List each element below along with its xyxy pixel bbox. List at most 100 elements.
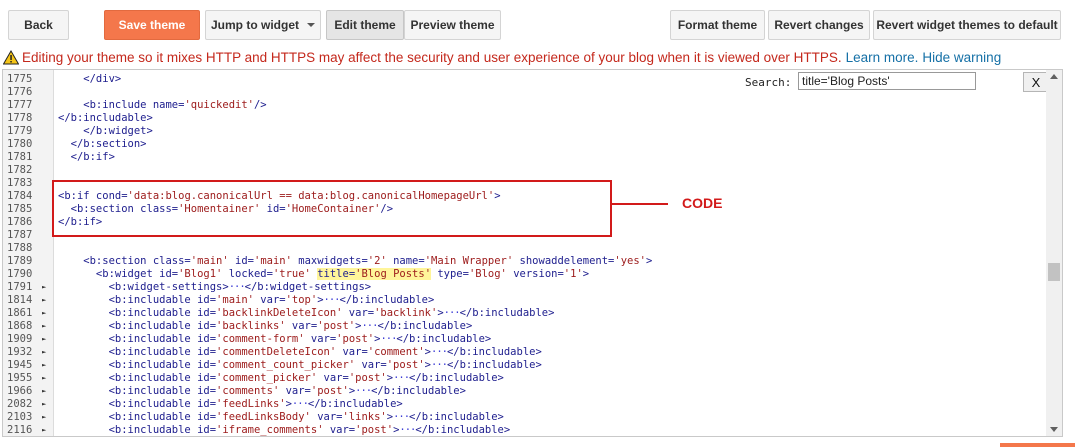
code-line: 1945 ► <b:includable id='comment_count_pi…: [3, 359, 1048, 372]
code-line: 1966 ► <b:includable id='comments' var='p…: [3, 385, 1048, 398]
code-text: <b:includable id='main' var='top'>···</b…: [58, 294, 435, 306]
line-number: 1782: [7, 164, 33, 176]
code-highlight-box: [52, 180, 612, 237]
save-theme-button[interactable]: Save theme: [104, 10, 200, 40]
code-text: <b:includable id='comment_picker' var='p…: [58, 372, 504, 384]
code-text: <b:widget id='Blog1' locked='true' title…: [58, 268, 590, 280]
fold-arrow-icon[interactable]: ►: [42, 281, 46, 294]
line-number: 1776: [7, 86, 33, 98]
code-text: <b:widget-settings>···</b:widget-setting…: [58, 281, 372, 293]
code-text: </b:section>: [58, 138, 147, 150]
code-text: </div>: [58, 73, 122, 85]
line-number: 1785: [7, 203, 33, 215]
code-line: 1778 </b:includable>: [3, 112, 1048, 125]
back-button[interactable]: Back: [8, 10, 69, 40]
code-text: <b:includable id='feedLinksBody' var='li…: [58, 411, 504, 423]
line-number: 1966: [7, 385, 33, 397]
code-text: <b:section class='main' id='main' maxwid…: [58, 255, 653, 267]
revert-widget-themes-button[interactable]: Revert widget themes to default: [873, 10, 1061, 40]
fold-arrow-icon[interactable]: ►: [42, 294, 46, 307]
code-line: 1861 ► <b:includable id='backlinkDeleteIc…: [3, 307, 1048, 320]
line-number: 1783: [7, 177, 33, 189]
vertical-scrollbar[interactable]: [1046, 70, 1062, 436]
code-text: <b:include name='quickedit'/>: [58, 99, 267, 111]
code-line: 1814 ► <b:includable id='main' var='top'>…: [3, 294, 1048, 307]
line-number: 2103: [7, 411, 33, 423]
fold-arrow-icon[interactable]: ►: [42, 307, 46, 320]
line-number: 1781: [7, 151, 33, 163]
fold-arrow-icon[interactable]: ►: [42, 359, 46, 372]
code-line: 1781 </b:if>: [3, 151, 1048, 164]
code-line: 1789 <b:section class='main' id='main' m…: [3, 255, 1048, 268]
code-line: 1782: [3, 164, 1048, 177]
line-number: 1814: [7, 294, 33, 306]
search-label: Search:: [745, 75, 792, 89]
line-number: 1868: [7, 320, 33, 332]
line-number: 1790: [7, 268, 33, 280]
format-theme-button[interactable]: Format theme: [670, 10, 765, 40]
fold-arrow-icon[interactable]: ►: [42, 398, 46, 411]
code-text: <b:includable id='comments' var='post'>·…: [58, 385, 466, 397]
scrollbar-thumb[interactable]: [1048, 263, 1060, 281]
line-number: 1788: [7, 242, 33, 254]
scroll-down-icon[interactable]: [1050, 427, 1058, 432]
code-text: </b:if>: [58, 151, 115, 163]
scroll-up-icon[interactable]: [1050, 74, 1058, 79]
code-text: <b:includable id='comment_count_picker' …: [58, 359, 542, 371]
code-text: <b:includable id='backlinkDeleteIcon' va…: [58, 307, 555, 319]
code-line: 1868 ► <b:includable id='backlinks' var='…: [3, 320, 1048, 333]
chevron-down-icon: [307, 23, 315, 27]
code-text: <b:includable id='iframe_comments' var='…: [58, 424, 511, 436]
line-number: 1861: [7, 307, 33, 319]
preview-theme-button[interactable]: Preview theme: [404, 10, 501, 40]
code-line: 1790 <b:widget id='Blog1' locked='true' …: [3, 268, 1048, 281]
code-line: 1791 ► <b:widget-settings>···</b:widget-s…: [3, 281, 1048, 294]
code-editor[interactable]: 1775 </div> 1776 1777 <b:include name='qui…: [2, 69, 1063, 437]
jump-to-widget-dropdown[interactable]: Jump to widget: [205, 10, 321, 40]
code-line: 2103 ► <b:includable id='feedLinksBody' v…: [3, 411, 1048, 424]
warning-triangle-icon: [3, 49, 19, 64]
code-line: 1777 <b:include name='quickedit'/>: [3, 99, 1048, 112]
fold-arrow-icon[interactable]: ►: [42, 333, 46, 346]
jump-to-widget-label: Jump to widget: [211, 18, 299, 32]
learn-more-link[interactable]: Learn more.: [846, 50, 919, 65]
fold-arrow-icon[interactable]: ►: [42, 385, 46, 398]
fold-arrow-icon[interactable]: ►: [42, 411, 46, 424]
code-lines: 1775 </div> 1776 1777 <b:include name='qui…: [3, 73, 1048, 436]
code-line: 1955 ► <b:includable id='comment_picker' …: [3, 372, 1048, 385]
line-number: 1786: [7, 216, 33, 228]
code-text: <b:includable id='feedLinks'>···</b:incl…: [58, 398, 403, 410]
code-text: </b:widget>: [58, 125, 153, 137]
line-number: 1909: [7, 333, 33, 345]
line-number: 1789: [7, 255, 33, 267]
code-line: 2082 ► <b:includable id='feedLinks'>···</…: [3, 398, 1048, 411]
corner-strip: [1000, 443, 1075, 447]
line-number: 1780: [7, 138, 33, 150]
https-warning: Editing your theme so it mixes HTTP and …: [3, 48, 1075, 66]
line-number: 1945: [7, 359, 33, 371]
search-bar: Search:: [745, 73, 791, 91]
fold-arrow-icon[interactable]: ►: [42, 320, 46, 333]
line-number: 1777: [7, 99, 33, 111]
revert-changes-button[interactable]: Revert changes: [768, 10, 870, 40]
line-number: 2082: [7, 398, 33, 410]
search-input[interactable]: [798, 72, 976, 90]
line-number: 1779: [7, 125, 33, 137]
edit-theme-button[interactable]: Edit theme: [326, 10, 404, 40]
code-line: 1779 </b:widget>: [3, 125, 1048, 138]
line-number: 1955: [7, 372, 33, 384]
code-line: 1788: [3, 242, 1048, 255]
code-text: <b:includable id='commentDeleteIcon' var…: [58, 346, 542, 358]
fold-arrow-icon[interactable]: ►: [42, 346, 46, 359]
fold-arrow-icon[interactable]: ►: [42, 424, 46, 436]
fold-arrow-icon[interactable]: ►: [42, 372, 46, 385]
code-text: <b:includable id='backlinks' var='post'>…: [58, 320, 473, 332]
warning-text: Editing your theme so it mixes HTTP and …: [22, 49, 842, 65]
hide-warning-link[interactable]: Hide warning: [922, 50, 1001, 65]
line-number: 2116: [7, 424, 33, 436]
line-number: 1775: [7, 73, 33, 85]
line-number: 1784: [7, 190, 33, 202]
code-line: 1909 ► <b:includable id='comment-form' va…: [3, 333, 1048, 346]
code-annotation-label: CODE: [682, 195, 723, 211]
code-text: </b:includable>: [58, 112, 153, 124]
